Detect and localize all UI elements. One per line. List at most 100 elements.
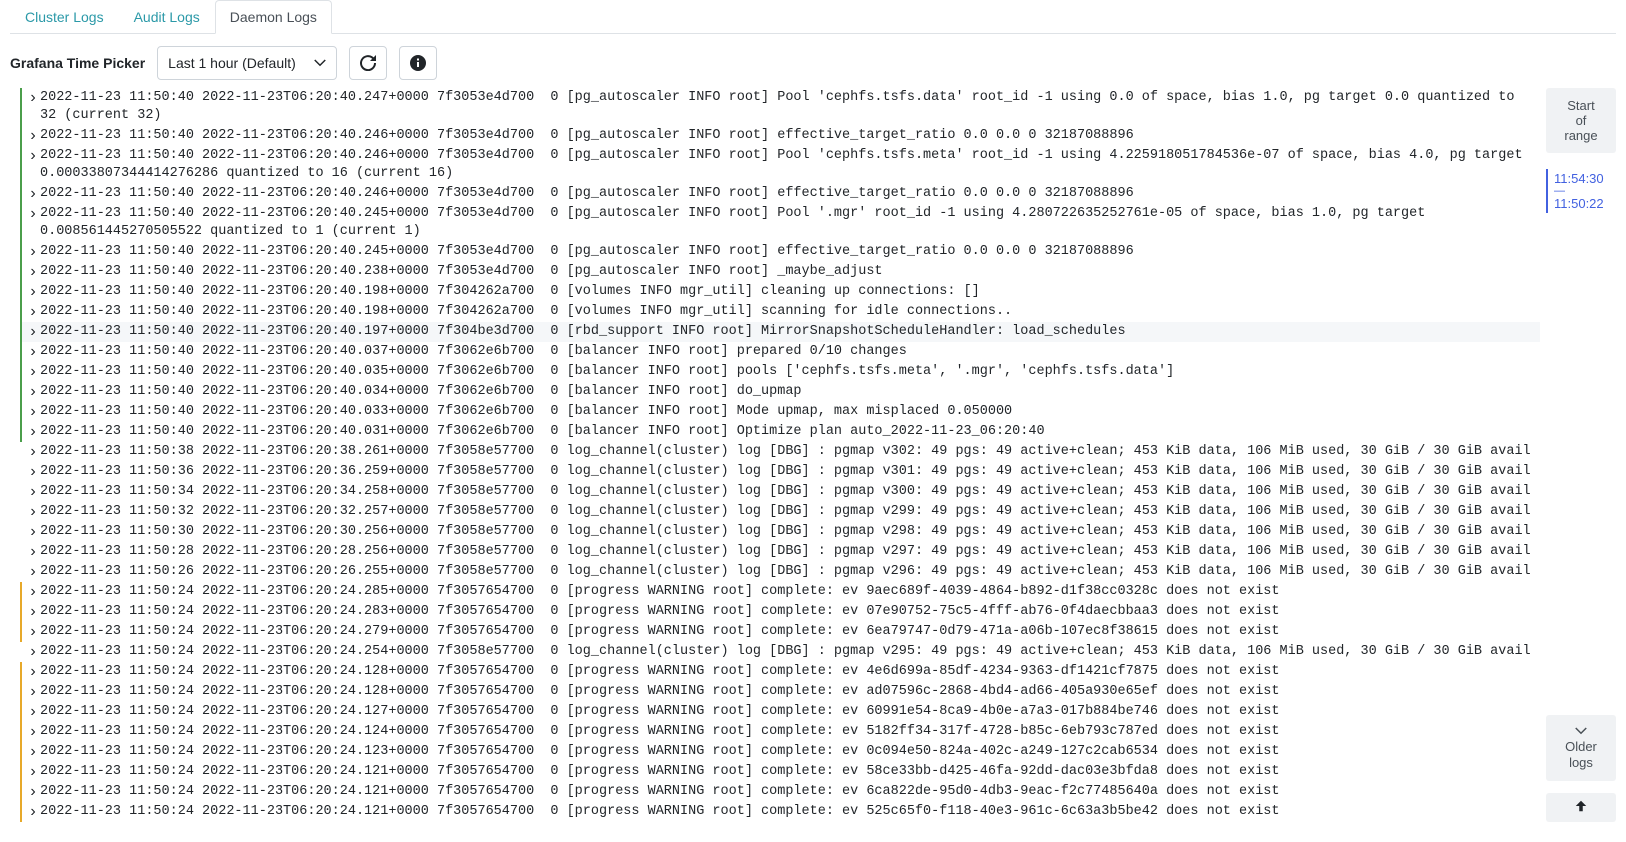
log-list: 2022-11-23 11:50:40 2022-11-23T06:20:40.… xyxy=(10,88,1540,822)
expand-caret-icon[interactable] xyxy=(26,89,40,107)
expand-caret-icon[interactable] xyxy=(26,403,40,421)
log-text: 2022-11-23 11:50:24 2022-11-23T06:20:24.… xyxy=(40,583,1540,601)
log-row[interactable]: 2022-11-23 11:50:40 2022-11-23T06:20:40.… xyxy=(20,342,1540,362)
log-row[interactable]: 2022-11-23 11:50:24 2022-11-23T06:20:24.… xyxy=(20,642,1540,662)
log-row[interactable]: 2022-11-23 11:50:24 2022-11-23T06:20:24.… xyxy=(20,682,1540,702)
log-row[interactable]: 2022-11-23 11:50:24 2022-11-23T06:20:24.… xyxy=(20,662,1540,682)
log-row[interactable]: 2022-11-23 11:50:24 2022-11-23T06:20:24.… xyxy=(20,762,1540,782)
expand-caret-icon[interactable] xyxy=(26,323,40,341)
log-row[interactable]: 2022-11-23 11:50:40 2022-11-23T06:20:40.… xyxy=(20,282,1540,302)
expand-caret-icon[interactable] xyxy=(26,703,40,721)
expand-caret-icon[interactable] xyxy=(26,243,40,261)
log-text: 2022-11-23 11:50:24 2022-11-23T06:20:24.… xyxy=(40,683,1540,701)
log-text: 2022-11-23 11:50:40 2022-11-23T06:20:40.… xyxy=(40,323,1540,341)
log-text: 2022-11-23 11:50:24 2022-11-23T06:20:24.… xyxy=(40,743,1540,761)
log-row[interactable]: 2022-11-23 11:50:40 2022-11-23T06:20:40.… xyxy=(20,88,1540,126)
expand-caret-icon[interactable] xyxy=(26,443,40,461)
log-row[interactable]: 2022-11-23 11:50:40 2022-11-23T06:20:40.… xyxy=(20,146,1540,184)
log-row[interactable]: 2022-11-23 11:50:40 2022-11-23T06:20:40.… xyxy=(20,184,1540,204)
log-row[interactable]: 2022-11-23 11:50:24 2022-11-23T06:20:24.… xyxy=(20,582,1540,602)
expand-caret-icon[interactable] xyxy=(26,503,40,521)
expand-caret-icon[interactable] xyxy=(26,543,40,561)
expand-caret-icon[interactable] xyxy=(26,383,40,401)
range-end-link[interactable]: 11:50:22 xyxy=(1554,196,1616,211)
time-range-select[interactable]: Last 1 hour (Default) xyxy=(157,46,337,80)
expand-caret-icon[interactable] xyxy=(26,303,40,321)
log-text: 2022-11-23 11:50:24 2022-11-23T06:20:24.… xyxy=(40,663,1540,681)
log-row[interactable]: 2022-11-23 11:50:24 2022-11-23T06:20:24.… xyxy=(20,602,1540,622)
expand-caret-icon[interactable] xyxy=(26,563,40,581)
expand-caret-icon[interactable] xyxy=(26,523,40,541)
expand-caret-icon[interactable] xyxy=(26,603,40,621)
log-text: 2022-11-23 11:50:40 2022-11-23T06:20:40.… xyxy=(40,127,1540,145)
expand-caret-icon[interactable] xyxy=(26,663,40,681)
expand-caret-icon[interactable] xyxy=(26,783,40,801)
log-row[interactable]: 2022-11-23 11:50:24 2022-11-23T06:20:24.… xyxy=(20,622,1540,642)
log-row[interactable]: 2022-11-23 11:50:40 2022-11-23T06:20:40.… xyxy=(20,302,1540,322)
log-row[interactable]: 2022-11-23 11:50:24 2022-11-23T06:20:24.… xyxy=(20,742,1540,762)
refresh-icon xyxy=(360,55,376,71)
log-text: 2022-11-23 11:50:40 2022-11-23T06:20:40.… xyxy=(40,243,1540,261)
log-text: 2022-11-23 11:50:36 2022-11-23T06:20:36.… xyxy=(40,463,1540,481)
scroll-up-button[interactable] xyxy=(1546,793,1616,822)
log-row[interactable]: 2022-11-23 11:50:40 2022-11-23T06:20:40.… xyxy=(20,126,1540,146)
expand-caret-icon[interactable] xyxy=(26,743,40,761)
log-row[interactable]: 2022-11-23 11:50:36 2022-11-23T06:20:36.… xyxy=(20,462,1540,482)
help-button[interactable] xyxy=(399,46,437,80)
log-row[interactable]: 2022-11-23 11:50:40 2022-11-23T06:20:40.… xyxy=(20,422,1540,442)
start-of-range-button[interactable]: Start of range xyxy=(1546,88,1616,153)
log-row[interactable]: 2022-11-23 11:50:24 2022-11-23T06:20:24.… xyxy=(20,782,1540,802)
expand-caret-icon[interactable] xyxy=(26,423,40,441)
expand-caret-icon[interactable] xyxy=(26,127,40,145)
expand-caret-icon[interactable] xyxy=(26,185,40,203)
log-row[interactable]: 2022-11-23 11:50:32 2022-11-23T06:20:32.… xyxy=(20,502,1540,522)
refresh-button[interactable] xyxy=(349,46,387,80)
time-picker-toolbar: Grafana Time Picker Last 1 hour (Default… xyxy=(10,46,1616,80)
expand-caret-icon[interactable] xyxy=(26,263,40,281)
time-picker-label: Grafana Time Picker xyxy=(10,55,145,71)
log-row[interactable]: 2022-11-23 11:50:38 2022-11-23T06:20:38.… xyxy=(20,442,1540,462)
log-row[interactable]: 2022-11-23 11:50:40 2022-11-23T06:20:40.… xyxy=(20,402,1540,422)
expand-caret-icon[interactable] xyxy=(26,147,40,165)
tab-audit-logs[interactable]: Audit Logs xyxy=(119,0,215,34)
log-row[interactable]: 2022-11-23 11:50:40 2022-11-23T06:20:40.… xyxy=(20,204,1540,242)
range-start-link[interactable]: 11:54:30 xyxy=(1554,171,1616,186)
expand-caret-icon[interactable] xyxy=(26,643,40,661)
expand-caret-icon[interactable] xyxy=(26,683,40,701)
older-logs-button[interactable]: Older logs xyxy=(1546,715,1616,781)
log-row[interactable]: 2022-11-23 11:50:24 2022-11-23T06:20:24.… xyxy=(20,702,1540,722)
expand-caret-icon[interactable] xyxy=(26,803,40,821)
log-row[interactable]: 2022-11-23 11:50:28 2022-11-23T06:20:28.… xyxy=(20,542,1540,562)
log-row[interactable]: 2022-11-23 11:50:26 2022-11-23T06:20:26.… xyxy=(20,562,1540,582)
log-text: 2022-11-23 11:50:40 2022-11-23T06:20:40.… xyxy=(40,383,1540,401)
expand-caret-icon[interactable] xyxy=(26,623,40,641)
log-text: 2022-11-23 11:50:40 2022-11-23T06:20:40.… xyxy=(40,185,1540,203)
arrow-up-icon xyxy=(1574,799,1588,813)
tab-daemon-logs[interactable]: Daemon Logs xyxy=(215,0,332,34)
range-separator: — xyxy=(1554,186,1616,196)
expand-caret-icon[interactable] xyxy=(26,283,40,301)
expand-caret-icon[interactable] xyxy=(26,343,40,361)
log-row[interactable]: 2022-11-23 11:50:40 2022-11-23T06:20:40.… xyxy=(20,322,1540,342)
log-row[interactable]: 2022-11-23 11:50:24 2022-11-23T06:20:24.… xyxy=(20,722,1540,742)
log-text: 2022-11-23 11:50:38 2022-11-23T06:20:38.… xyxy=(40,443,1540,461)
log-row[interactable]: 2022-11-23 11:50:40 2022-11-23T06:20:40.… xyxy=(20,382,1540,402)
expand-caret-icon[interactable] xyxy=(26,463,40,481)
expand-caret-icon[interactable] xyxy=(26,723,40,741)
expand-caret-icon[interactable] xyxy=(26,363,40,381)
tab-cluster-logs[interactable]: Cluster Logs xyxy=(10,0,119,34)
expand-caret-icon[interactable] xyxy=(26,205,40,223)
expand-caret-icon[interactable] xyxy=(26,483,40,501)
log-row[interactable]: 2022-11-23 11:50:40 2022-11-23T06:20:40.… xyxy=(20,242,1540,262)
log-text: 2022-11-23 11:50:26 2022-11-23T06:20:26.… xyxy=(40,563,1540,581)
chevron-down-icon xyxy=(1575,725,1587,737)
log-row[interactable]: 2022-11-23 11:50:40 2022-11-23T06:20:40.… xyxy=(20,362,1540,382)
log-tabs: Cluster LogsAudit LogsDaemon Logs xyxy=(10,0,1616,34)
info-icon xyxy=(410,55,426,71)
log-row[interactable]: 2022-11-23 11:50:30 2022-11-23T06:20:30.… xyxy=(20,522,1540,542)
log-row[interactable]: 2022-11-23 11:50:40 2022-11-23T06:20:40.… xyxy=(20,262,1540,282)
expand-caret-icon[interactable] xyxy=(26,583,40,601)
log-row[interactable]: 2022-11-23 11:50:24 2022-11-23T06:20:24.… xyxy=(20,802,1540,822)
expand-caret-icon[interactable] xyxy=(26,763,40,781)
log-row[interactable]: 2022-11-23 11:50:34 2022-11-23T06:20:34.… xyxy=(20,482,1540,502)
